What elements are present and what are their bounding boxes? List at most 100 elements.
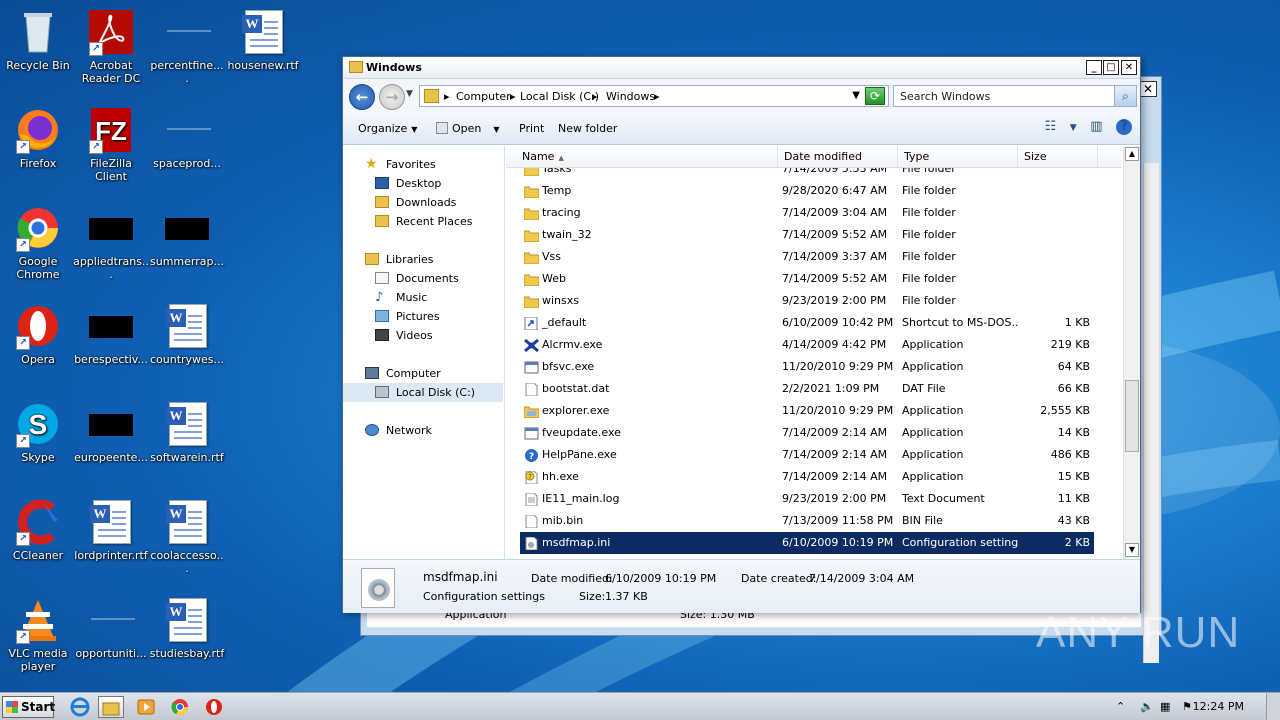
desktop-icon-word-doc[interactable]: Wsoftwarein.rtf: [149, 400, 225, 464]
nav-computer[interactable]: Computer: [343, 364, 503, 383]
file-row[interactable]: bfsvc.exe 11/20/2010 9:29 PM Application 64…: [520, 356, 1094, 378]
desktop-icon-filezilla[interactable]: FZ ↗ FileZilla Client: [73, 106, 149, 183]
column-type[interactable]: Type: [898, 146, 1018, 168]
file-row[interactable]: explorer.exe 11/20/2010 9:29 PM Applicatio…: [520, 400, 1094, 422]
desktop-icon-vlc[interactable]: ↗ VLC media player: [0, 596, 76, 673]
network-icon[interactable]: ▦: [1160, 700, 1170, 713]
desktop-icon-word-doc[interactable]: Wcoolaccesso...: [149, 498, 225, 575]
scrollbar[interactable]: ▲ ▼: [1123, 146, 1140, 559]
file-row[interactable]: fveupdate.exe 7/14/2009 2:14 AM Applicatio…: [520, 422, 1094, 444]
desktop-icon-black-thumb[interactable]: berespectiv...: [73, 302, 149, 366]
desktop-icon-acrobat[interactable]: ↗ Acrobat Reader DC: [73, 8, 149, 85]
desktop-icon-skype[interactable]: S ↗ Skype: [0, 400, 76, 464]
close-icon[interactable]: ✕: [1139, 81, 1157, 97]
nav-music[interactable]: ♪ Music: [343, 288, 503, 307]
preview-pane-icon[interactable]: ▥: [1090, 119, 1102, 134]
start-button[interactable]: Start: [2, 696, 55, 718]
nav-downloads[interactable]: Downloads: [343, 193, 503, 212]
desktop-icon-word-doc[interactable]: Wcountrywes...: [149, 302, 225, 366]
chevron-down-icon[interactable]: ▼: [852, 90, 860, 101]
file-row[interactable]: IE11_main.log 9/23/2019 2:00 PM Text Docum…: [520, 488, 1094, 510]
shortcut-icon: [524, 316, 539, 331]
svg-text:?: ?: [528, 473, 532, 481]
desktop-icon-opera[interactable]: ↗ Opera: [0, 302, 76, 366]
nav-pictures[interactable]: Pictures: [343, 307, 503, 326]
nav-recent-places[interactable]: Recent Places: [343, 212, 503, 231]
file-row[interactable]: Temp 9/28/2020 6:47 AM File folder: [520, 180, 1094, 202]
file-row[interactable]: mib.bin 7/13/2009 11:58 PM BIN File 43 KB: [520, 510, 1094, 532]
forward-button[interactable]: →: [379, 84, 405, 110]
title-bar[interactable]: Windows _ □ ✕: [343, 57, 1140, 79]
desktop-icon-ccleaner[interactable]: ↗ CCleaner: [0, 498, 76, 562]
chevron-down-icon[interactable]: ▼: [1070, 123, 1077, 133]
file-row[interactable]: Tasks 7/14/2009 5:53 AM File folder: [520, 168, 1094, 180]
nav-desktop[interactable]: Desktop: [343, 174, 503, 193]
file-row[interactable]: twain_32 7/14/2009 5:52 AM File folder: [520, 224, 1094, 246]
new-folder-button[interactable]: New folder: [558, 122, 617, 135]
print-button[interactable]: Print: [519, 122, 544, 135]
nav-libraries[interactable]: Libraries: [343, 250, 503, 269]
desktop-icon-blank-file[interactable]: percentfine....: [149, 8, 225, 85]
breadcrumb-computer[interactable]: Computer: [456, 90, 511, 103]
scroll-down-icon[interactable]: ▼: [1125, 543, 1139, 557]
maximize-button[interactable]: □: [1103, 60, 1119, 75]
column-size[interactable]: Size: [1018, 146, 1098, 168]
file-row[interactable]: ? HelpPane.exe 7/14/2009 2:14 AM Applicatio…: [520, 444, 1094, 466]
column-name[interactable]: Name ▲: [516, 146, 778, 168]
show-hidden-icons-icon[interactable]: ⌃: [1116, 700, 1125, 713]
media-player-taskbar-icon[interactable]: [134, 696, 160, 718]
desktop-icon-word-doc[interactable]: Whousenew.rtf: [225, 8, 301, 72]
address-bar[interactable]: ▸ Computer ▸ Local Disk (C:) ▸ Windows ▸…: [419, 85, 889, 107]
explorer-taskbar-icon[interactable]: [98, 696, 124, 718]
scroll-thumb[interactable]: [1125, 380, 1139, 452]
file-row[interactable]: Alcrmv.exe 4/14/2009 4:42 PM Application 21…: [520, 334, 1094, 356]
desktop-icon-blank-file[interactable]: opportuniti...: [73, 596, 149, 660]
refresh-icon[interactable]: ⟳: [865, 87, 885, 105]
nav-local-disk[interactable]: Local Disk (C:): [343, 383, 503, 402]
minimize-button[interactable]: _: [1086, 60, 1102, 75]
help-icon[interactable]: ?: [1116, 119, 1132, 135]
flag-icon[interactable]: ⚑: [1182, 700, 1192, 713]
column-date-modified[interactable]: Date modified: [778, 146, 898, 168]
breadcrumb-local-disk[interactable]: Local Disk (C:): [520, 90, 599, 103]
desktop-icon-blank-file[interactable]: spaceprod...: [149, 106, 225, 170]
search-icon[interactable]: ⌕: [1114, 86, 1136, 106]
open-button[interactable]: Open ▼: [436, 122, 500, 135]
view-options-icon[interactable]: ☷: [1045, 119, 1057, 134]
nav-network[interactable]: Network: [343, 421, 503, 440]
desktop-icon-black-thumb[interactable]: appliedtrans...: [73, 204, 149, 281]
desktop-icon-black-thumb[interactable]: summerrap...: [149, 204, 225, 268]
desktop-icon-chrome[interactable]: ↗ Google Chrome: [0, 204, 76, 281]
chevron-down-icon[interactable]: ▼: [406, 89, 413, 99]
file-row[interactable]: tracing 7/14/2009 3:04 AM File folder: [520, 202, 1094, 224]
desktop-icon-word-doc[interactable]: Wlordprinter.rtf: [73, 498, 149, 562]
desktop-icon-word-doc[interactable]: Wstudiesbay.rtf: [149, 596, 225, 660]
file-row[interactable]: ? hh.exe 7/14/2009 2:14 AM Application 15 KB: [520, 466, 1094, 488]
back-button[interactable]: ←: [349, 84, 375, 110]
desktop-icon-black-thumb[interactable]: europeente...: [73, 400, 149, 464]
breadcrumb-windows[interactable]: Windows: [606, 90, 655, 103]
file-row[interactable]: Web 7/14/2009 5:52 AM File folder: [520, 268, 1094, 290]
volume-icon[interactable]: 🔈: [1140, 700, 1154, 713]
opera-taskbar-icon[interactable]: [202, 696, 228, 718]
chrome-taskbar-icon[interactable]: [168, 696, 194, 718]
search-input[interactable]: Search Windows ⌕: [893, 85, 1137, 107]
clock[interactable]: 12:24 PM: [1193, 700, 1244, 713]
file-row[interactable]: Vss 7/14/2009 3:37 AM File folder: [520, 246, 1094, 268]
nav-documents[interactable]: Documents: [343, 269, 503, 288]
file-row[interactable]: _default 6/10/2009 10:42 PM Shortcut to MS…: [520, 312, 1094, 334]
close-button[interactable]: ✕: [1121, 60, 1137, 75]
show-desktop-button[interactable]: [1266, 693, 1280, 720]
file-date-modified: 4/14/2009 4:42 PM: [782, 338, 887, 351]
desktop-icon-recycle-bin[interactable]: Recycle Bin: [0, 8, 76, 72]
ie-taskbar-icon[interactable]: [68, 696, 94, 718]
desktop-icon-firefox[interactable]: ↗ Firefox: [0, 106, 76, 170]
scrollbar[interactable]: [1143, 163, 1159, 663]
file-row[interactable]: msdfmap.ini 6/10/2009 10:19 PM Configurati…: [520, 532, 1094, 554]
nav-favorites[interactable]: ★ Favorites: [343, 155, 503, 174]
file-row[interactable]: bootstat.dat 2/2/2021 1:09 PM DAT File 66 K…: [520, 378, 1094, 400]
organize-button[interactable]: Organize ▼: [358, 122, 417, 135]
nav-videos[interactable]: Videos: [343, 326, 503, 345]
scroll-up-icon[interactable]: ▲: [1125, 147, 1139, 161]
file-row[interactable]: winsxs 9/23/2019 2:00 PM File folder: [520, 290, 1094, 312]
